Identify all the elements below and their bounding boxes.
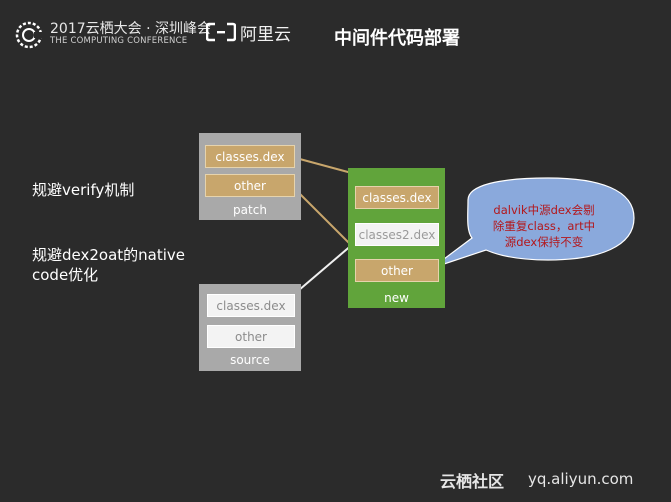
new-classes-dex: classes.dex [355,186,439,209]
source-label: source [230,353,270,367]
new-other: other [355,259,439,282]
diagram-connectors [291,157,635,297]
patch-label: patch [233,203,267,217]
new-classes2-dex: classes2.dex [355,223,439,246]
watermark-brand: 云栖社区 [440,472,505,491]
callout-line: dalvik中源dex会剔 [493,203,595,217]
callout-line: 源dex保持不变 [504,235,584,249]
callout-text: dalvik中源dex会剔 除重复class，art中 源dex保持不变 [478,202,610,250]
source-classes-dex: classes.dex [207,294,295,317]
callout-line: 除重复class，art中 [492,219,596,233]
patch-classes-dex: classes.dex [205,145,295,168]
watermark-url: yq.aliyun.com [528,470,634,488]
new-box: classes.dex classes2.dex other new [348,168,445,308]
source-other: other [207,325,295,348]
new-label: new [384,291,409,305]
patch-box: classes.dex other patch [199,133,301,220]
patch-other: other [205,174,295,197]
source-box: classes.dex other source [199,284,301,371]
